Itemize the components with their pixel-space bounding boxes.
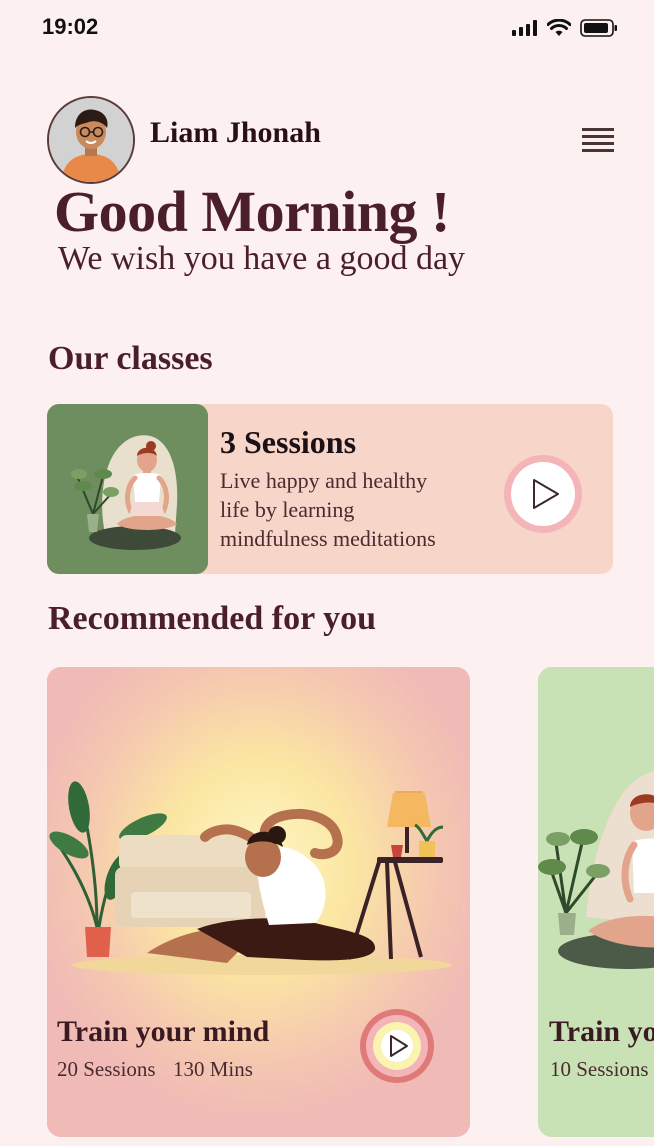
- play-icon: [360, 1009, 434, 1083]
- section-title-classes: Our classes: [48, 340, 213, 377]
- user-name: Liam Jhonah: [150, 116, 321, 149]
- greeting-title: Good Morning !: [54, 179, 450, 244]
- status-bar: 19:02: [0, 0, 654, 58]
- recommended-card-sessions: 10 Sessions: [550, 1057, 649, 1081]
- play-icon: [504, 455, 582, 533]
- recommended-card[interactable]: Train your mind 20 Sessions 130 Mins: [47, 667, 470, 1137]
- class-description-line: Live happy and healthy: [220, 468, 428, 493]
- recommended-play-button[interactable]: [359, 1008, 435, 1084]
- class-description-line: mindfulness meditations: [220, 526, 436, 551]
- meditation-illustration: [47, 404, 208, 574]
- class-thumbnail: [47, 404, 208, 574]
- greeting-subtitle: We wish you have a good day: [58, 240, 466, 277]
- recommended-card-duration: 130 Mins: [173, 1057, 253, 1081]
- recommended-card[interactable]: Train yo 10 Sessions: [538, 667, 654, 1137]
- status-icons: [512, 19, 618, 37]
- status-time: 19:02: [42, 14, 99, 39]
- class-description-line: life by learning: [220, 497, 355, 522]
- class-description: Live happy and healthy life by learning …: [220, 466, 480, 553]
- avatar-image: [49, 98, 133, 182]
- battery-icon: [580, 19, 617, 37]
- recommended-card-title: Train your mind: [57, 1015, 270, 1048]
- section-title-recommended: Recommended for you: [48, 600, 376, 637]
- signal-icon: [512, 20, 537, 36]
- avatar[interactable]: [47, 96, 135, 184]
- wifi-icon: [547, 19, 571, 36]
- recommended-card-title: Train yo: [549, 1015, 654, 1048]
- class-card[interactable]: 3 Sessions Live happy and healthy life b…: [47, 404, 613, 574]
- class-sessions: 3 Sessions: [220, 424, 357, 460]
- hamburger-icon[interactable]: [582, 128, 614, 152]
- recommended-card-sessions: 20 Sessions: [57, 1057, 156, 1081]
- class-play-button[interactable]: [503, 454, 583, 534]
